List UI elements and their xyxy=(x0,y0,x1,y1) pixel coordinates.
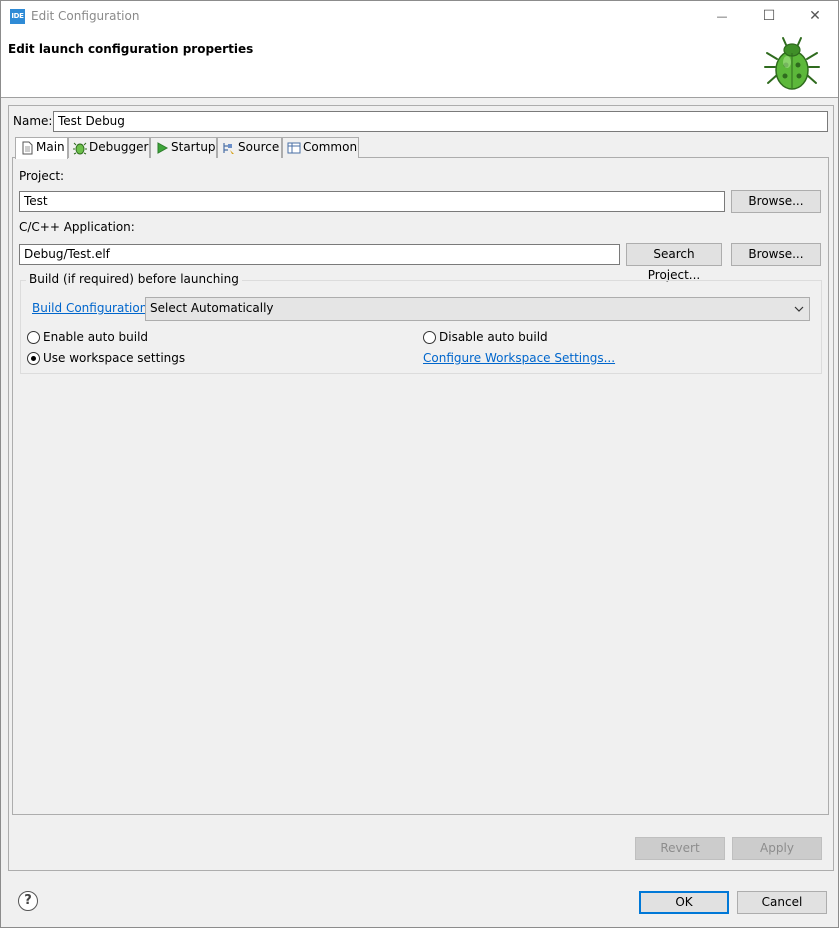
minimize-icon: — xyxy=(716,10,728,23)
disable-auto-build-label: Disable auto build xyxy=(439,330,548,344)
dialog-header: Edit launch configuration properties xyxy=(1,31,838,98)
header-title: Edit launch configuration properties xyxy=(8,42,254,56)
debug-bug-icon xyxy=(73,142,87,155)
bug-icon xyxy=(764,37,820,90)
use-workspace-settings-label: Use workspace settings xyxy=(43,351,186,365)
title-bar: IDE Edit Configuration — ☐ ✕ xyxy=(1,1,838,31)
application-label: C/C++ Application: xyxy=(19,220,135,234)
tab-debugger[interactable]: Debugger xyxy=(68,137,150,158)
enable-auto-build-radio[interactable] xyxy=(27,331,40,344)
window-title: Edit Configuration xyxy=(31,9,140,23)
application-browse-button[interactable]: Browse... xyxy=(731,243,821,266)
tab-startup[interactable]: Startup xyxy=(150,137,217,158)
ide-app-icon: IDE xyxy=(10,9,25,24)
build-configuration-select[interactable]: Select Automatically xyxy=(145,297,810,321)
play-icon xyxy=(157,142,169,154)
chevron-down-icon xyxy=(794,306,804,312)
name-field[interactable]: Test Debug xyxy=(53,111,828,132)
table-icon xyxy=(287,142,301,154)
tab-main[interactable]: Main xyxy=(15,137,68,159)
minimize-button[interactable]: — xyxy=(699,1,745,31)
configure-workspace-settings-link[interactable]: Configure Workspace Settings... xyxy=(423,351,615,365)
enable-auto-build-label: Enable auto build xyxy=(43,330,149,344)
use-workspace-settings-radio[interactable] xyxy=(27,352,40,365)
source-icon xyxy=(223,143,234,154)
name-label: Name: xyxy=(13,114,53,128)
maximize-button[interactable]: ☐ xyxy=(746,1,792,31)
application-field[interactable]: Debug/Test.elf xyxy=(19,244,620,265)
document-icon xyxy=(22,141,33,155)
project-field[interactable]: Test xyxy=(19,191,725,212)
revert-button[interactable]: Revert xyxy=(635,837,725,860)
ok-button[interactable]: OK xyxy=(639,891,729,914)
build-configuration-value: Select Automatically xyxy=(150,301,274,315)
apply-button[interactable]: Apply xyxy=(732,837,822,860)
project-label: Project: xyxy=(19,169,65,183)
search-project-button[interactable]: Search Project... xyxy=(626,243,722,282)
tab-common[interactable]: Common xyxy=(282,137,359,158)
tab-source[interactable]: Source xyxy=(217,137,282,158)
edit-configuration-dialog: IDE Edit Configuration — ☐ ✕ Edit launch… xyxy=(0,0,839,928)
build-group-title: Build (if required) before launching xyxy=(26,272,242,286)
build-configuration-link[interactable]: Build Configuration: xyxy=(32,301,151,315)
disable-auto-build-radio[interactable] xyxy=(423,331,436,344)
maximize-icon: ☐ xyxy=(762,8,776,24)
close-button[interactable]: ✕ xyxy=(792,1,838,31)
help-icon[interactable]: ? xyxy=(18,891,38,911)
cancel-button[interactable]: Cancel xyxy=(737,891,827,914)
project-browse-button[interactable]: Browse... xyxy=(731,190,821,213)
close-icon: ✕ xyxy=(809,8,821,24)
